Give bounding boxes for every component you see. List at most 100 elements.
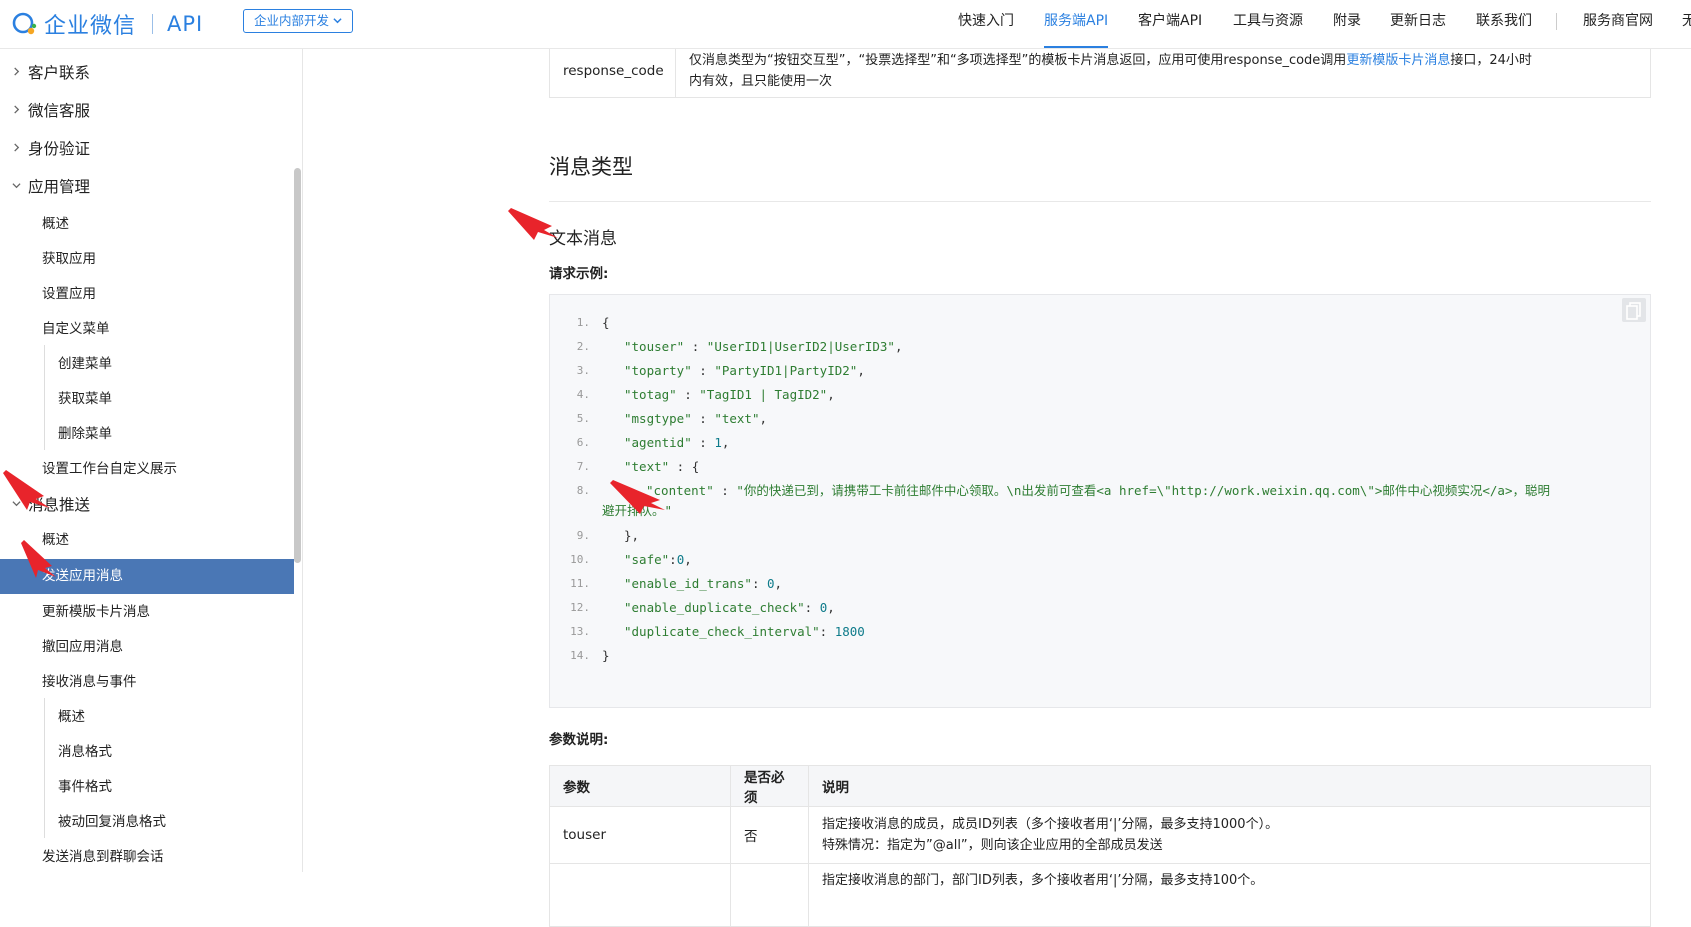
sidebar-item-group-chat[interactable]: 发送消息到群聊会话 (0, 841, 294, 872)
sidebar-item-delete-menu[interactable]: 删除菜单 (0, 418, 294, 450)
code-sep: : (713, 483, 737, 498)
response-code-row: response_code 仅消息类型为“按钮交互型”，“投票选择型”和“多项选… (549, 48, 1651, 98)
chevron-right-icon (12, 94, 21, 128)
line-number: 13. (570, 625, 590, 638)
sidebar-item-label: 获取应用 (42, 251, 96, 267)
sidebar-item-send-app-message[interactable]: 发送应用消息 (0, 559, 294, 594)
sidebar-item-msg-overview[interactable]: 概述 (0, 524, 294, 556)
sidebar-item-message-push[interactable]: 消息推送 (0, 488, 294, 522)
sidebar-item-custom-menu[interactable]: 自定义菜单 (0, 313, 294, 345)
dev-type-value: 企业内部开发 (254, 13, 330, 28)
nav-changelog[interactable]: 更新日志 (1390, 0, 1446, 48)
line-number: 7. (576, 460, 590, 473)
code-key: "enable_duplicate_check" (624, 600, 805, 615)
sidebar-item-get-menu[interactable]: 获取菜单 (0, 383, 294, 415)
code-text: "duplicate_check_interval": 1800 (624, 620, 865, 644)
code-sep: : (676, 387, 700, 402)
logo[interactable]: 企业微信 API (12, 10, 203, 39)
sidebar-item-customer-contact[interactable]: 客户联系 (0, 56, 294, 90)
sidebar-item-wechat-service[interactable]: 微信客服 (0, 94, 294, 128)
logo-text: 企业微信 (44, 14, 137, 39)
nav-appendix[interactable]: 附录 (1333, 0, 1361, 48)
code-key: "content" (646, 483, 714, 498)
param-desc-line: 特殊情况：指定为”@all”，则向该企业应用的全部成员发送 (822, 838, 1163, 853)
nav-provider-site[interactable]: 服务商官网 (1583, 0, 1653, 48)
code-sep: : (669, 459, 692, 474)
code-text: { (602, 315, 610, 330)
param-name (549, 863, 731, 927)
sidebar-item-recall-message[interactable]: 撤回应用消息 (0, 631, 294, 663)
code-number: 0 (767, 576, 775, 591)
chevron-down-icon (12, 170, 21, 204)
code-sep: : (819, 624, 835, 639)
sidebar-scrollbar[interactable] (294, 168, 301, 563)
code-text: "enable_id_trans": 0, (624, 572, 782, 596)
nav-server-api[interactable]: 服务端API (1044, 0, 1109, 48)
line-number: 11. (570, 577, 590, 590)
update-card-link[interactable]: 更新模版卡片消息 (1346, 53, 1450, 68)
sidebar-item-create-menu[interactable]: 创建菜单 (0, 348, 294, 380)
sidebar-item-passive-reply[interactable]: 被动回复消息格式 (0, 806, 294, 838)
param-desc-line: 指定接收消息的成员，成员ID列表（多个接收者用‘|’分隔，最多支持1000个）。 (822, 817, 1279, 832)
nav-contact[interactable]: 联系我们 (1476, 0, 1532, 48)
code-text: "content" : "你的快递已到，请携带工卡前往邮件中心领取。\n出发前可… (646, 479, 1550, 503)
logo-divider (152, 14, 154, 34)
sidebar: 客户联系 微信客服 身份验证 应用管理 概述 获取应用 设置应用 自定义菜单 创… (0, 48, 303, 872)
table-row: touser 否 指定接收消息的成员，成员ID列表（多个接收者用‘|’分隔，最多… (549, 806, 1651, 864)
nav-overflow[interactable]: 无 (1682, 0, 1691, 48)
code-tail: , (857, 363, 865, 378)
code-key: "safe" (624, 552, 670, 567)
nav-client-api[interactable]: 客户端API (1138, 0, 1202, 48)
code-sep: : (669, 552, 677, 567)
main-content: response_code 仅消息类型为“按钮交互型”，“投票选择型”和“多项选… (302, 48, 1691, 927)
sidebar-item-label: 消息格式 (58, 744, 112, 760)
code-line: 8. "content" : "你的快递已到，请携带工卡前往邮件中心领取。\n出… (550, 479, 1650, 503)
code-key: "touser" (624, 339, 685, 354)
top-header: 企业微信 API 企业内部开发 快速入门 服务端API 客户端API 工具与资源… (0, 0, 1691, 49)
code-tail: , (827, 387, 835, 402)
code-string: "TagID1 | TagID2" (699, 387, 828, 402)
sidebar-item-label: 消息推送 (28, 496, 91, 514)
table-header-row: 参数 是否必须 说明 (549, 765, 1651, 807)
sidebar-item-label: 接收消息与事件 (42, 674, 137, 690)
sidebar-item-app-management[interactable]: 应用管理 (0, 170, 294, 204)
code-string: "你的快递已到，请携带工卡前往邮件中心领取。\n出发前可查看<a href=\"… (736, 483, 1550, 498)
code-key: "agentid" (624, 435, 692, 450)
code-text: "touser" : "UserID1|UserID2|UserID3", (624, 335, 902, 359)
sidebar-item-set-app[interactable]: 设置应用 (0, 278, 294, 310)
wecom-logo-icon (12, 11, 38, 37)
sidebar-item-app-overview[interactable]: 概述 (0, 208, 294, 240)
code-text: "totag" : "TagID1 | TagID2", (624, 383, 835, 407)
param-desc: 指定接收消息的部门，部门ID列表，多个接收者用‘|’分隔，最多支持100个。 (808, 863, 1651, 927)
chevron-down-icon (333, 9, 342, 33)
table-header: 说明 (808, 765, 1651, 807)
sidebar-item-message-format[interactable]: 消息格式 (0, 736, 294, 768)
code-key: "toparty" (624, 363, 692, 378)
code-line: 2. "touser" : "UserID1|UserID2|UserID3", (550, 335, 1650, 359)
line-number: 8. (576, 484, 590, 497)
sidebar-item-get-app[interactable]: 获取应用 (0, 243, 294, 275)
code-string: "PartyID1|PartyID2" (714, 363, 858, 378)
code-line: 13. "duplicate_check_interval": 1800 (550, 620, 1650, 644)
nav-quickstart[interactable]: 快速入门 (958, 0, 1014, 48)
sidebar-item-label: 发送应用消息 (42, 568, 123, 584)
sidebar-item-label: 概述 (58, 709, 85, 725)
code-tail: , (721, 435, 730, 450)
line-number: 1. (576, 316, 590, 329)
response-code-desc: 仅消息类型为“按钮交互型”，“投票选择型”和“多项选择型”的模板卡片消息返回，应… (689, 50, 1644, 92)
sidebar-item-workbench-display[interactable]: 设置工作台自定义展示 (0, 453, 294, 485)
nav-tools[interactable]: 工具与资源 (1233, 0, 1303, 48)
sidebar-item-identity[interactable]: 身份验证 (0, 132, 294, 166)
sidebar-item-receive-events[interactable]: 接收消息与事件 (0, 666, 294, 698)
sidebar-item-event-format[interactable]: 事件格式 (0, 771, 294, 803)
code-text: "text" : { (624, 455, 699, 479)
response-desc-tail: 接口，24小时 (1450, 53, 1532, 68)
code-line: 7. "text" : { (550, 455, 1650, 479)
code-line: 9. }, (550, 524, 1650, 548)
dev-type-select[interactable]: 企业内部开发 (243, 9, 354, 33)
code-key: "enable_id_trans" (624, 576, 752, 591)
sidebar-item-events-overview[interactable]: 概述 (0, 701, 294, 733)
sidebar-item-label: 概述 (42, 532, 69, 548)
code-line: 1. { (550, 311, 1650, 335)
sidebar-item-update-card[interactable]: 更新模版卡片消息 (0, 596, 294, 628)
